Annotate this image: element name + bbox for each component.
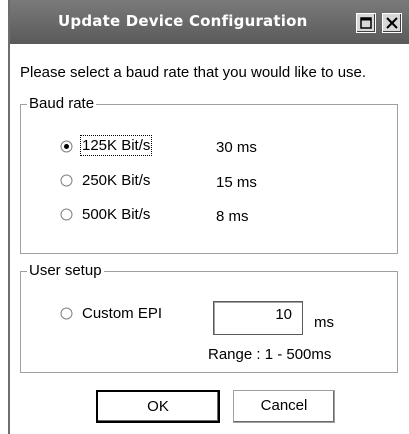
radio-125k[interactable]	[60, 140, 73, 153]
cancel-button[interactable]: Cancel	[233, 390, 335, 423]
dialog-window: Update Device Configuration Please selec…	[0, 0, 409, 434]
option-125k-time: 30 ms	[216, 139, 257, 156]
option-500k-label[interactable]: 500K Bit/s	[82, 206, 150, 223]
restore-button[interactable]	[356, 13, 376, 33]
radio-custom-epi[interactable]	[60, 307, 73, 320]
window-title: Update Device Configuration	[58, 12, 308, 30]
custom-epi-input[interactable]: 10	[213, 301, 303, 335]
close-icon	[386, 17, 398, 29]
title-bar[interactable]: Update Device Configuration	[10, 0, 409, 44]
range-hint: Range : 1 - 500ms	[208, 346, 332, 363]
option-250k-time: 15 ms	[216, 174, 257, 191]
option-250k-label[interactable]: 250K Bit/s	[82, 172, 150, 189]
radio-500k[interactable]	[60, 208, 73, 221]
restore-icon	[360, 17, 372, 29]
baud-rate-group: Baud rate	[20, 95, 398, 254]
option-500k-time: 8 ms	[216, 208, 249, 225]
user-setup-group-title: User setup	[27, 262, 104, 280]
baud-rate-group-title: Baud rate	[27, 95, 97, 113]
ok-button[interactable]: OK	[96, 390, 220, 423]
instruction-text: Please select a baud rate that you would…	[20, 64, 367, 81]
option-125k-label[interactable]: 125K Bit/s	[79, 135, 153, 156]
close-button[interactable]	[382, 13, 402, 33]
radio-250k[interactable]	[60, 174, 73, 187]
custom-epi-unit: ms	[314, 314, 334, 331]
custom-epi-label[interactable]: Custom EPI	[82, 305, 162, 322]
